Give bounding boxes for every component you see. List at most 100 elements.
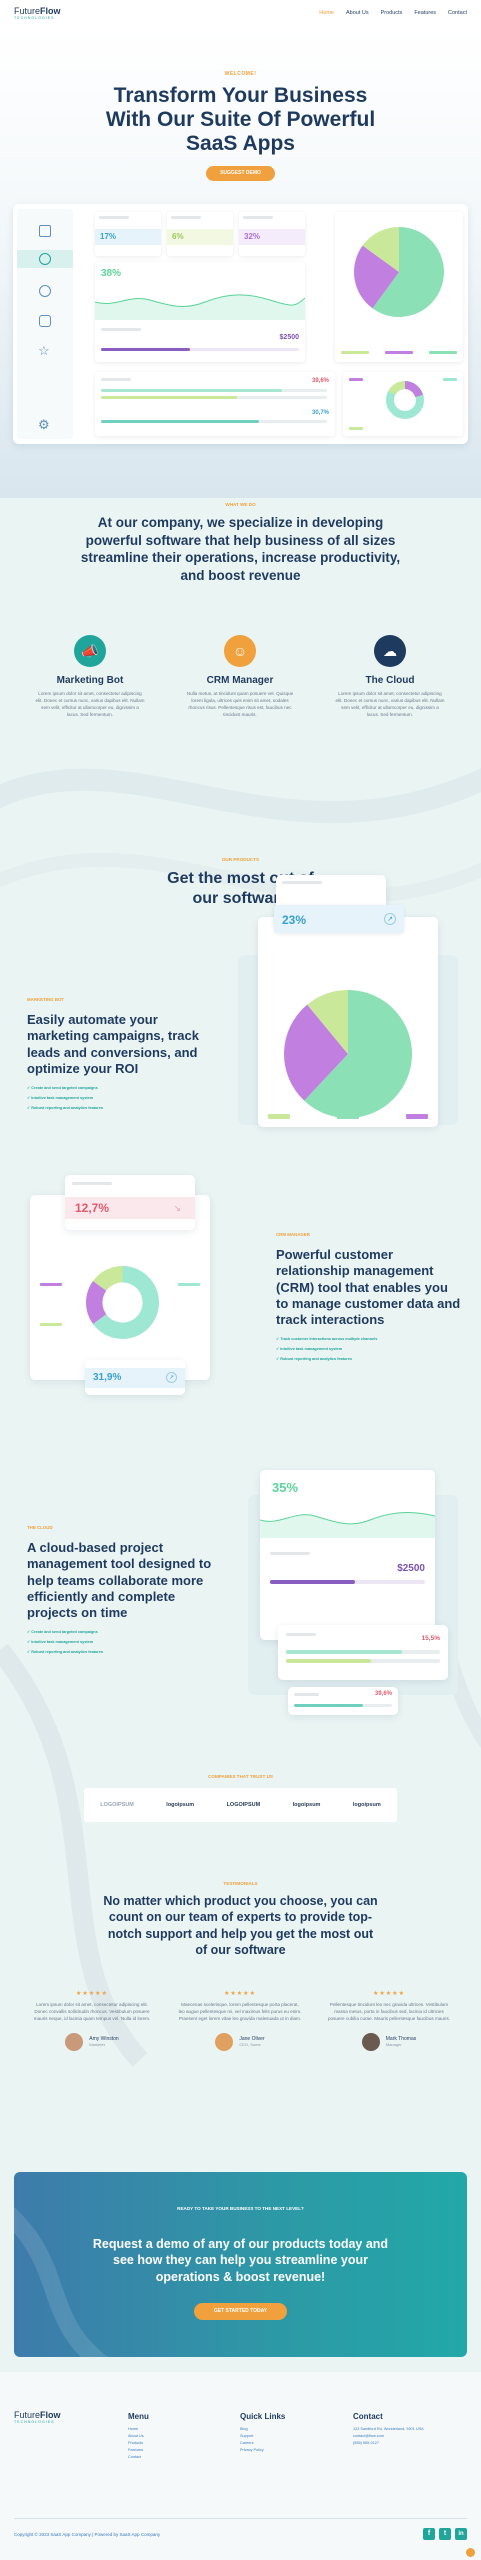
cloud-visual: 35% $2500 15,5% 39,6% bbox=[248, 1465, 458, 1715]
footer-link-support[interactable]: Support bbox=[240, 2434, 285, 2438]
crm-icon: ☺ bbox=[224, 635, 256, 667]
home-icon[interactable] bbox=[39, 225, 51, 237]
footer-contact-email[interactable]: contact@flow.com bbox=[353, 2434, 468, 2438]
nav-about[interactable]: About Us bbox=[346, 10, 369, 16]
cta-title: Request a demo of any of our products to… bbox=[92, 2237, 389, 2284]
testimonial-1-role: Marketer bbox=[89, 2042, 106, 2048]
dashboard-mockup: ☆ ⚙ 17% 6% 32% 38% $2500 39,6% 30,7% bbox=[13, 204, 468, 444]
marketing-bullet-2: ✓ Intuitive task management system bbox=[27, 1096, 94, 1100]
crm-stat-red: 12,7% bbox=[75, 1201, 110, 1215]
pie-chart-card bbox=[335, 212, 463, 362]
stat-card-1-value: 17% bbox=[95, 229, 161, 245]
nav-contact[interactable]: Contact bbox=[448, 10, 467, 16]
footer-contact-phone[interactable]: (555) 555-0127 bbox=[353, 2441, 468, 2445]
footer-link-careers[interactable]: Careers bbox=[240, 2441, 285, 2445]
logo-text-part1: Future bbox=[14, 6, 41, 16]
marketing-bullet-3: ✓ Robust reporting and analytics feature… bbox=[27, 1106, 103, 1110]
avatar bbox=[215, 2032, 234, 2051]
cloud-pct-2: 39,6% bbox=[374, 1691, 392, 1697]
megaphone-icon: 📣 bbox=[74, 635, 106, 667]
crm-teal-stat-card: 31,9% ↗ bbox=[85, 1360, 185, 1395]
marketing-pie-chart bbox=[284, 990, 412, 1118]
stat-card-3-value: 32% bbox=[239, 229, 305, 245]
feature-3-text: Lorem ipsum dolor sit amet, consectetur … bbox=[335, 691, 445, 717]
hero-eyebrow: WELCOME! bbox=[224, 71, 257, 77]
partner-logo-4: logoipsum bbox=[292, 1802, 321, 1808]
marketing-title: Easily automate your marketing campaigns… bbox=[27, 1012, 199, 1076]
facebook-icon[interactable]: f bbox=[423, 2528, 435, 2540]
progress-card: 39,6% 30,7% bbox=[95, 372, 335, 436]
footer-menu-products[interactable]: Products bbox=[128, 2441, 149, 2445]
cta-band: READY TO TAKE YOUR BUSINESS TO THE NEXT … bbox=[14, 2172, 467, 2357]
suggest-demo-button[interactable]: SUGGEST DEMO bbox=[206, 166, 275, 181]
cloud-pct-1: 15,5% bbox=[421, 1635, 440, 1642]
crm-title: Powerful customer relationship managemen… bbox=[276, 1247, 461, 1327]
marketing-text-block: MARKETING BOT Easily automate your marke… bbox=[27, 997, 207, 1110]
footer-logo-part2: Flow bbox=[40, 2410, 61, 2420]
progress-pct-red: 39,6% bbox=[311, 378, 329, 384]
testimonials-title: No matter which product you choose, you … bbox=[103, 1894, 378, 1957]
crm-bullet-3: ✓ Robust reporting and analytics feature… bbox=[276, 1357, 352, 1362]
star-icon[interactable]: ☆ bbox=[38, 343, 50, 359]
nav-products[interactable]: Products bbox=[381, 10, 403, 16]
main-nav: Home About Us Products Features Contact bbox=[319, 10, 467, 16]
footer-menu-home[interactable]: Home bbox=[128, 2427, 149, 2431]
progress-pct-teal: 30,7% bbox=[311, 410, 329, 416]
linkedin-icon[interactable]: in bbox=[455, 2528, 467, 2540]
stat-card-2: 6% bbox=[167, 212, 233, 256]
testimonial-1-quote: Lorem ipsum dolor sit amet, consectetur … bbox=[33, 2002, 151, 2021]
cta-eyebrow: READY TO TAKE YOUR BUSINESS TO THE NEXT … bbox=[177, 2206, 304, 2211]
cloud-title: A cloud-based project management tool de… bbox=[27, 1540, 212, 1620]
cloud-line-chart bbox=[260, 1512, 435, 1538]
marketing-bullet-1: ✓ Create and send targeted campaigns bbox=[27, 1086, 98, 1090]
marketing-bullet-3-text: Robust reporting and analytics features bbox=[31, 1106, 103, 1110]
crm-bullet-1: ✓ Track customer interactions across mul… bbox=[276, 1337, 378, 1342]
logo[interactable]: FutureFlow TECHNOLOGIES bbox=[14, 6, 61, 20]
arrow-down-right-icon: ↘ bbox=[173, 1203, 181, 1213]
feature-3-title: The Cloud bbox=[365, 675, 415, 686]
cloud-bullet-1-text: Create and send targeted campaigns bbox=[31, 1630, 98, 1635]
scroll-to-top-icon[interactable] bbox=[466, 2548, 475, 2557]
avatar bbox=[361, 2032, 380, 2051]
feature-2-title: CRM Manager bbox=[206, 675, 274, 686]
crm-bullet-2: ✓ Intuitive task management system bbox=[276, 1347, 343, 1352]
cloud-bullet-3: ✓ Robust reporting and analytics feature… bbox=[27, 1650, 103, 1655]
crm-red-stat-card: 12,7% ↘ bbox=[65, 1175, 195, 1230]
twitter-icon[interactable]: t bbox=[439, 2528, 451, 2540]
products-eyebrow: OUR PRODUCTS bbox=[221, 857, 260, 862]
chart-icon[interactable] bbox=[17, 250, 73, 268]
footer-menu-about[interactable]: About Us bbox=[128, 2434, 149, 2438]
footer-menu-features[interactable]: Features bbox=[128, 2448, 149, 2452]
footer-menu: Menu Home About Us Products Features Con… bbox=[128, 2412, 149, 2459]
partners-eyebrow: COMPANIES THAT TRUST US bbox=[208, 1774, 273, 1779]
crm-bullet-2-text: Intuitive task management system bbox=[280, 1347, 343, 1352]
footer-logo[interactable]: FutureFlow TECHNOLOGIES bbox=[14, 2410, 61, 2424]
marketing-bullet-2-text: Intuitive task management system bbox=[31, 1096, 94, 1100]
footer-link-privacy[interactable]: Privacy Policy bbox=[240, 2448, 285, 2452]
crm-visual: 12,7% ↘ 31,9% ↗ bbox=[30, 1175, 240, 1400]
settings-icon[interactable]: ⚙ bbox=[38, 417, 50, 433]
dashboard-pie-chart bbox=[354, 227, 444, 317]
avatar bbox=[65, 2032, 84, 2051]
footer-social: f t in bbox=[423, 2528, 467, 2540]
testimonial-2: ★★★★★ Maecenas scelerisque, lorem pellen… bbox=[170, 1990, 310, 2051]
cloud-text-block: THE CLOUD A cloud-based project manageme… bbox=[27, 1525, 212, 1654]
dashboard-sidebar: ☆ ⚙ bbox=[17, 209, 73, 439]
testimonial-3-quote: Pellentesque tincidunt leo nec gravida u… bbox=[327, 2002, 451, 2021]
feature-1-title: Marketing Bot bbox=[56, 675, 124, 686]
nav-home[interactable]: Home bbox=[319, 10, 334, 16]
footer-contact-address: 123 Sandford Rd, Wonderland, 9201 USA bbox=[353, 2427, 424, 2431]
get-started-button[interactable]: GET STARTED TODAY bbox=[194, 2303, 287, 2320]
marketing-stat: 23% bbox=[282, 913, 307, 927]
footer-link-blog[interactable]: Blog bbox=[240, 2427, 285, 2431]
arrow-up-right-icon: ↗ bbox=[384, 913, 396, 925]
footer-copyright: Copyright © 2023 SaaS App Company | Powe… bbox=[14, 2532, 161, 2537]
marketing-pie-card bbox=[258, 917, 438, 1127]
footer-menu-contact[interactable]: Contact bbox=[128, 2455, 149, 2459]
hero-section: WELCOME! Transform Your Business With Ou… bbox=[0, 28, 481, 498]
testimonials-eyebrow: TESTIMONIALS bbox=[223, 1881, 258, 1886]
download-icon[interactable] bbox=[39, 315, 51, 327]
user-icon[interactable] bbox=[39, 285, 51, 297]
cloud-small-card: 39,6% bbox=[288, 1687, 398, 1715]
nav-features[interactable]: Features bbox=[414, 10, 436, 16]
